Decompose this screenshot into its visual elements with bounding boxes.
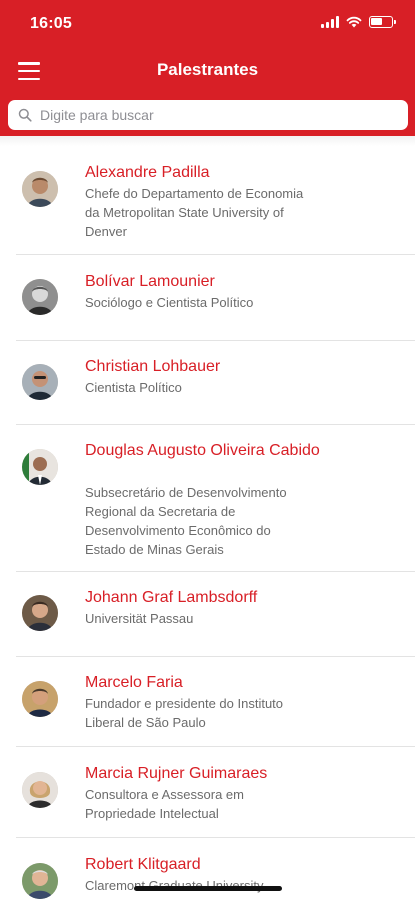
status-time: 16:05 <box>30 15 72 32</box>
speaker-name: Alexandre Padilla <box>85 164 210 181</box>
speaker-row[interactable]: Marcia Rujner Guimaraes Consultora e Ass… <box>0 747 415 839</box>
speaker-avatar <box>22 681 58 717</box>
speaker-row[interactable]: Douglas Augusto Oliveira Cabido Subsecre… <box>0 424 415 572</box>
speaker-row[interactable]: Robert Klitgaard Claremont Graduate Univ… <box>0 838 415 908</box>
speaker-row[interactable]: Johann Graf Lambsdorff Universität Passa… <box>0 571 415 657</box>
speaker-avatar <box>22 863 58 899</box>
speaker-row[interactable]: Marcelo Faria Fundador e presidente do I… <box>0 656 415 748</box>
speaker-description: Universität Passau <box>85 611 194 626</box>
speaker-name: Marcelo Faria <box>85 674 183 691</box>
speaker-description: Sociólogo e Cientista Político <box>85 295 254 310</box>
battery-icon <box>369 16 396 28</box>
status-icons <box>321 16 396 28</box>
search-input[interactable] <box>38 106 402 124</box>
speaker-avatar <box>22 171 58 207</box>
speaker-avatar <box>22 772 58 808</box>
speaker-row[interactable]: Christian Lohbauer Cientista Político <box>0 340 415 425</box>
search-bar[interactable] <box>8 100 408 130</box>
speaker-name: Robert Klitgaard <box>85 856 201 873</box>
speaker-avatar <box>22 595 58 631</box>
speaker-row[interactable]: Bolívar Lamounier Sociólogo e Cientista … <box>0 255 415 341</box>
speaker-description: Consultora e Assessora em Propriedade In… <box>85 787 244 821</box>
speaker-name: Marcia Rujner Guimaraes <box>85 765 268 782</box>
home-indicator[interactable] <box>134 886 282 891</box>
speaker-name: Bolívar Lamounier <box>85 273 215 290</box>
speaker-row[interactable]: Alexandre Padilla Chefe do Departamento … <box>0 146 415 256</box>
wifi-icon <box>346 16 362 28</box>
speaker-name: Johann Graf Lambsdorff <box>85 589 258 606</box>
list-top-shadow <box>0 136 415 146</box>
app-header: 16:05 Palestrantes <box>0 0 415 136</box>
speaker-description: Cientista Político <box>85 380 182 395</box>
speaker-description: Chefe do Departamento de Economia da Met… <box>85 186 304 239</box>
speaker-avatar <box>22 279 58 315</box>
speaker-avatar <box>22 364 58 400</box>
speaker-name: Christian Lohbauer <box>85 358 221 375</box>
page-title: Palestrantes <box>156 60 259 79</box>
speaker-description: Subsecretário de Desenvolvimento Regiona… <box>85 485 287 557</box>
speaker-description: Fundador e presidente do Instituto Liber… <box>85 696 284 730</box>
speaker-avatar <box>22 449 58 485</box>
cellular-signal-icon <box>321 16 339 28</box>
search-icon <box>18 108 32 122</box>
speaker-name: Douglas Augusto Oliveira Cabido <box>85 442 320 459</box>
